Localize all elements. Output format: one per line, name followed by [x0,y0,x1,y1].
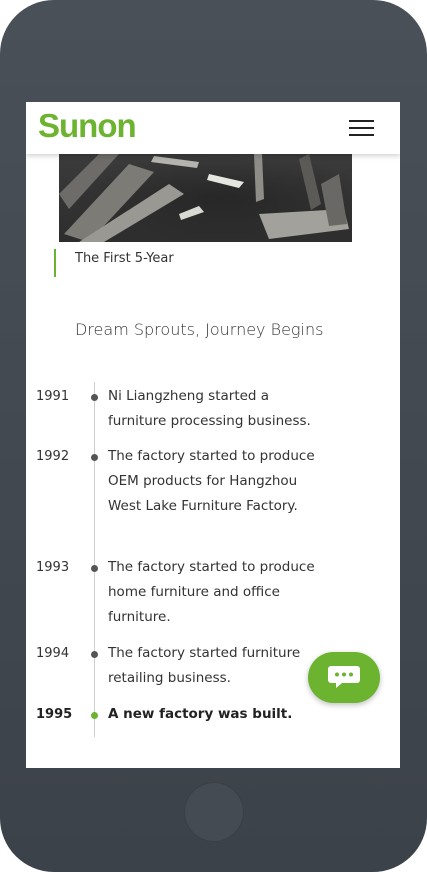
menu-line [349,127,374,129]
section-title: Dream Sprouts, Journey Begins [75,320,324,339]
timeline-year[interactable]: 1991 [36,384,69,409]
timeline-text: The factory started to produce OEM produ… [108,448,315,514]
timeline-dot [91,651,98,658]
menu-line [349,120,374,122]
caption-accent-bar [54,249,56,277]
timeline-text: A new factory was built. [108,706,293,722]
timeline-dot [91,454,98,461]
chat-bubble-icon [328,666,360,688]
phone-frame: Sunon The First 5-Year Dream Sprouts, Jo… [0,0,427,872]
sunon-logo[interactable]: Sunon [38,104,137,148]
menu-line [349,134,374,136]
photo-caption: The First 5-Year [75,251,174,266]
timeline-dot [91,394,98,401]
timeline-text: Ni Liangzheng started a furniture proces… [108,388,311,429]
chat-button[interactable] [308,652,380,703]
timeline-dot-active [91,712,98,719]
timeline-year[interactable]: 1993 [36,555,69,580]
site-header: Sunon [26,102,400,154]
home-button[interactable] [184,782,244,842]
hamburger-menu-icon[interactable] [349,119,374,137]
photo-planks-illustration [59,154,349,242]
timeline-year[interactable]: 1994 [36,641,69,666]
timeline-dot [91,565,98,572]
timeline-text: The factory started to produce home furn… [108,559,315,625]
timeline-year[interactable]: 1995 [36,702,72,727]
hero-photo [59,154,352,242]
timeline-line [94,382,95,737]
timeline-year[interactable]: 1992 [36,444,69,469]
timeline-text: The factory started furniture retailing … [108,645,301,686]
